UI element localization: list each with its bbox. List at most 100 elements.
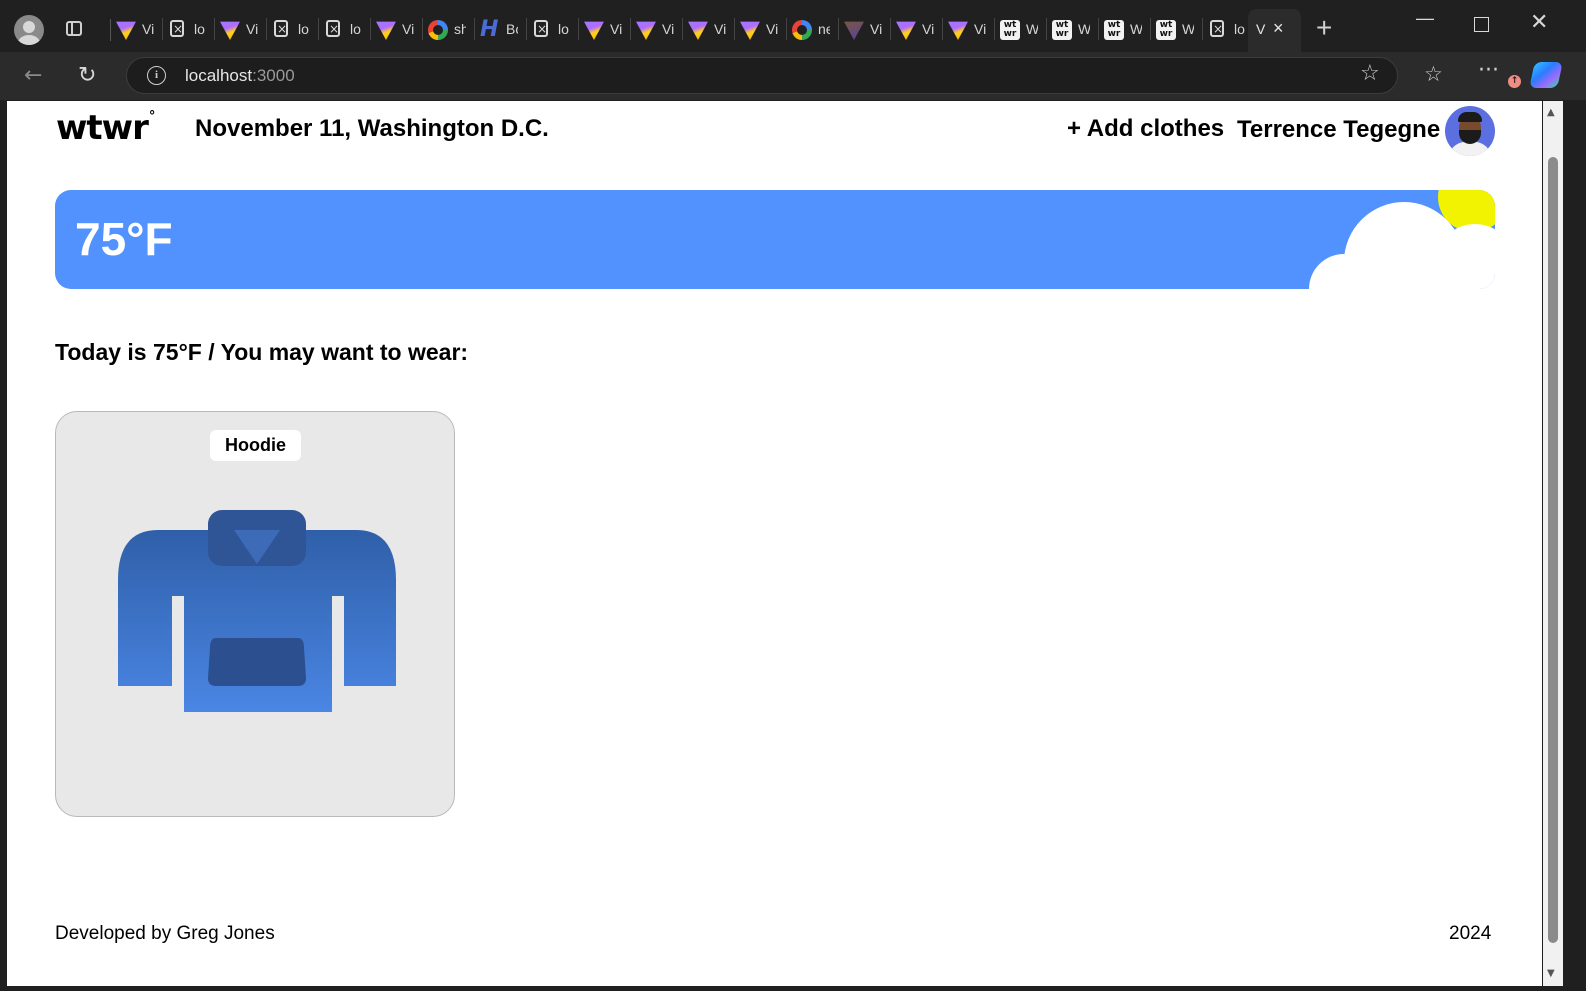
browser-toolbar: ← ↻ i localhost:3000 ☆ ☆ ··· (0, 52, 1586, 100)
wtwr-icon: wt wr (1000, 20, 1020, 40)
browser-tab-title: W (1182, 21, 1194, 37)
browser-tab-title: W (1078, 21, 1090, 37)
google-icon (792, 20, 812, 40)
tab-divider (734, 18, 735, 40)
browser-tab-title: Vi (402, 21, 414, 37)
vite-icon (116, 21, 136, 40)
browser-tab-title: Vi (766, 21, 778, 37)
footer-developer: Developed by Greg Jones (55, 923, 275, 944)
file-error-icon (170, 20, 184, 37)
tab-divider (1046, 18, 1047, 40)
file-error-icon (1210, 20, 1224, 37)
back-icon[interactable]: ← (24, 63, 42, 88)
browser-tab-title: lo (558, 21, 569, 37)
tab-divider (890, 18, 891, 40)
browser-tab-title: Vi (974, 21, 986, 37)
tab-divider (110, 19, 111, 41)
new-tab-button[interactable]: + (1316, 12, 1332, 44)
tab-divider (682, 18, 683, 40)
add-clothes-button[interactable]: + Add clothes (1067, 115, 1224, 143)
avatar-hair (1458, 112, 1482, 122)
favorites-icon[interactable]: ☆ (1424, 62, 1443, 86)
browser-tab-title: Vi (610, 21, 622, 37)
vite-icon (220, 21, 240, 40)
tab-divider (1098, 18, 1099, 40)
username[interactable]: Terrence Tegegne (1237, 116, 1440, 144)
tab-divider (630, 18, 631, 40)
tab-divider (1150, 18, 1151, 40)
scroll-down-icon[interactable]: ▼ (1547, 968, 1555, 979)
wtwr-icon: wt wr (1156, 20, 1176, 40)
clothing-card-name: Hoodie (210, 430, 301, 461)
file-error-icon (274, 20, 288, 37)
tab-divider (370, 18, 371, 40)
tab-divider (266, 18, 267, 40)
tab-divider (994, 18, 995, 40)
browser-tab-title: lo (298, 21, 309, 37)
minimize-button[interactable]: — (1416, 8, 1434, 29)
close-window-button[interactable]: ✕ (1530, 9, 1548, 35)
weather-card: 75°F (55, 190, 1495, 289)
browser-tab-title: Vi (142, 21, 154, 37)
page-scrollbar[interactable]: ▲ ▼ (1543, 101, 1563, 986)
window-border (0, 986, 1586, 991)
tab-divider (942, 18, 943, 40)
vite-icon (636, 21, 656, 40)
active-tab-title: V (1256, 21, 1266, 37)
browser-tab-title: lo (350, 21, 361, 37)
avatar[interactable] (1445, 106, 1495, 156)
vite-icon (688, 21, 708, 40)
tab-divider (838, 18, 839, 40)
scroll-up-icon[interactable]: ▲ (1547, 107, 1555, 118)
vite-icon (948, 21, 968, 40)
scrollbar-thumb[interactable] (1548, 157, 1558, 943)
update-badge-icon: ↑ (1508, 75, 1521, 88)
active-tab[interactable]: V × (1248, 9, 1301, 52)
tab-actions-icon[interactable] (66, 21, 82, 36)
browser-tab-title: Vi (662, 21, 674, 37)
weather-temperature: 75°F (75, 213, 173, 265)
browser-tab-title: Vi (870, 21, 882, 37)
file-error-icon (534, 20, 548, 37)
vite-icon (896, 21, 916, 40)
browser-tab-title: Bo (506, 21, 518, 37)
profile-icon[interactable] (14, 15, 44, 45)
browser-tab-title: lo (194, 21, 205, 37)
browser-tab-title: Vi (922, 21, 934, 37)
browser-tab-title: sh (454, 21, 466, 37)
clothing-card[interactable]: Hoodie (55, 411, 455, 817)
vite-dark-icon (844, 21, 864, 40)
tab-divider (422, 18, 423, 40)
avatar-body (1449, 142, 1491, 156)
site-info-icon[interactable]: i (147, 66, 166, 85)
close-tab-icon[interactable]: × (1273, 18, 1284, 39)
tab-divider (214, 18, 215, 40)
address-bar[interactable]: i localhost:3000 ☆ (126, 57, 1398, 94)
google-icon (428, 20, 448, 40)
browser-tab-title: W (1026, 21, 1038, 37)
footer-year: 2024 (1449, 923, 1492, 944)
logo-degree: ° (148, 108, 155, 124)
more-menu-icon[interactable]: ··· (1478, 58, 1499, 83)
tab-divider (474, 18, 475, 40)
vite-icon (740, 21, 760, 40)
wtwr-icon: wt wr (1052, 20, 1072, 40)
page-content: wtwr° November 11, Washington D.C. + Add… (7, 101, 1542, 986)
browser-tab-title: Vi (246, 21, 258, 37)
tab-divider (1202, 18, 1203, 40)
logo-text: wtwr (56, 108, 149, 148)
reload-icon[interactable]: ↻ (78, 63, 96, 88)
wtwr-logo[interactable]: wtwr° (56, 108, 155, 148)
tab-divider (578, 18, 579, 40)
tab-divider (786, 18, 787, 40)
tab-divider (526, 18, 527, 40)
bookmark-star-icon[interactable]: ☆ (1360, 61, 1380, 86)
browser-tab-title: lo (1234, 21, 1245, 37)
tab-bar: ViloViloloVishHBoloViViViVineViViViwtwrW… (0, 0, 1586, 52)
browser-tab-title: ne (818, 21, 830, 37)
tab-divider (318, 18, 319, 40)
url-text[interactable]: localhost:3000 (185, 66, 295, 86)
h-icon: H (480, 17, 499, 42)
browser-tab-title: Vi (714, 21, 726, 37)
maximize-button[interactable] (1474, 17, 1489, 32)
